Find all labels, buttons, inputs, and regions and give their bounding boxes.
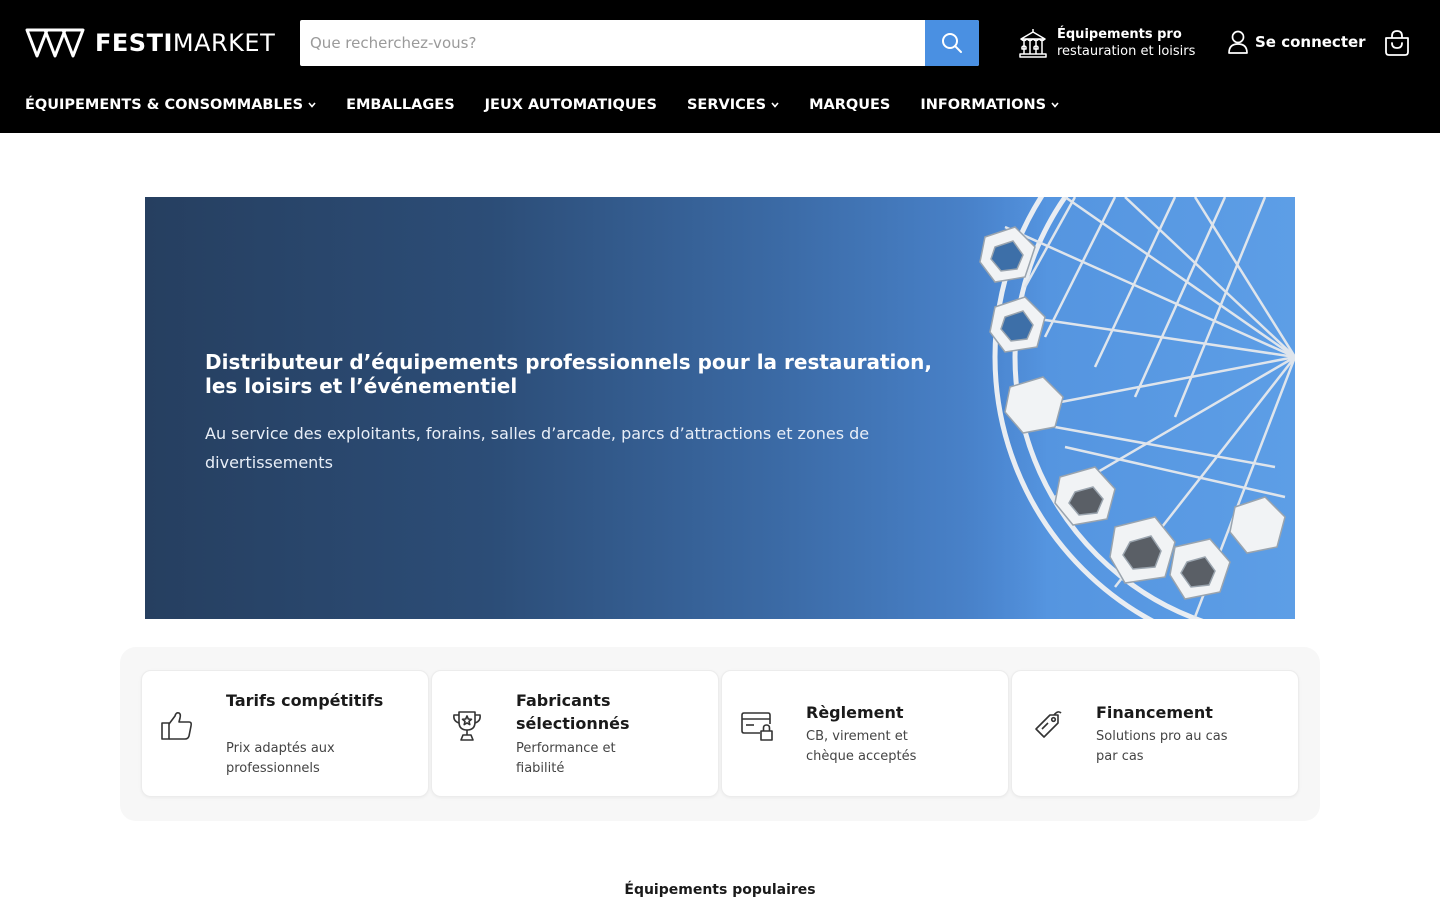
price-tag-icon: [1035, 711, 1062, 738]
login-label: Se connecter: [1255, 33, 1366, 51]
nav-item-jeux-automatiques[interactable]: JEUX AUTOMATIQUES: [485, 97, 657, 113]
search-bar: [300, 20, 979, 66]
nav-item-equipements[interactable]: ÉQUIPEMENTS & CONSOMMABLES: [25, 97, 316, 113]
site-logo[interactable]: FESTIMARKET: [25, 26, 275, 60]
cart-icon[interactable]: [1383, 29, 1411, 57]
search-icon: [942, 33, 962, 53]
feature-card-financement: Financement Solutions pro au cas par cas: [1011, 670, 1299, 797]
feature-card-reglement: Règlement CB, virement et chèque accepté…: [721, 670, 1009, 797]
feature-card-fabricants: Fabricants sélectionnés Performance et f…: [431, 670, 719, 797]
features-section: Tarifs compétitifs Prix adaptés aux prof…: [120, 647, 1320, 821]
search-button[interactable]: [925, 20, 979, 66]
feature-desc: CB, virement et chèque acceptés: [806, 729, 917, 764]
search-input[interactable]: [300, 20, 925, 66]
hero-subtitle: Au service des exploitants, forains, sal…: [205, 424, 870, 472]
chevron-down-icon: [771, 102, 779, 108]
main-nav: ÉQUIPEMENTS & CONSOMMABLES EMBALLAGES JE…: [25, 94, 1089, 116]
nav-item-marques[interactable]: MARQUES: [809, 97, 890, 113]
logo-mark-icon: [25, 28, 85, 58]
pro-equipment-link[interactable]: Équipements pro restauration et loisirs: [1018, 26, 1195, 60]
feature-title: Tarifs compétitifs: [226, 691, 384, 710]
login-link[interactable]: Se connecter: [1228, 30, 1366, 54]
feature-title: Fabricants sélectionnés: [516, 691, 630, 733]
logo-wordmark: FESTIMARKET: [95, 29, 276, 57]
section-title-popular: Équipements populaires: [624, 882, 816, 898]
feature-desc: Solutions pro au cas par cas: [1096, 729, 1228, 764]
pro-subtitle: restauration et loisirs: [1057, 44, 1196, 59]
hero-banner[interactable]: Distributeur d’équipements professionnel…: [145, 197, 1295, 619]
nav-item-emballages[interactable]: EMBALLAGES: [346, 97, 455, 113]
pro-title: Équipements pro: [1057, 27, 1182, 42]
hero-title: Distributeur d’équipements professionnel…: [205, 350, 932, 398]
carousel-icon: [1019, 29, 1047, 58]
secure-card-icon: [741, 712, 773, 741]
nav-item-services[interactable]: SERVICES: [687, 97, 779, 113]
chevron-down-icon: [308, 102, 316, 108]
feature-title: Financement: [1096, 703, 1213, 722]
feature-title: Règlement: [806, 703, 904, 722]
site-header: FESTIMARKET Éq: [0, 0, 1440, 133]
trophy-icon: [453, 711, 481, 741]
ferris-wheel-image: [965, 197, 1295, 619]
user-icon: [1228, 30, 1248, 54]
thumbs-up-icon: [161, 712, 193, 740]
chevron-down-icon: [1051, 102, 1059, 108]
feature-desc: Prix adaptés aux professionnels: [226, 741, 335, 776]
feature-desc: Performance et fiabilité: [516, 741, 616, 776]
feature-card-tarifs: Tarifs compétitifs Prix adaptés aux prof…: [141, 670, 429, 797]
nav-item-informations[interactable]: INFORMATIONS: [920, 97, 1059, 113]
